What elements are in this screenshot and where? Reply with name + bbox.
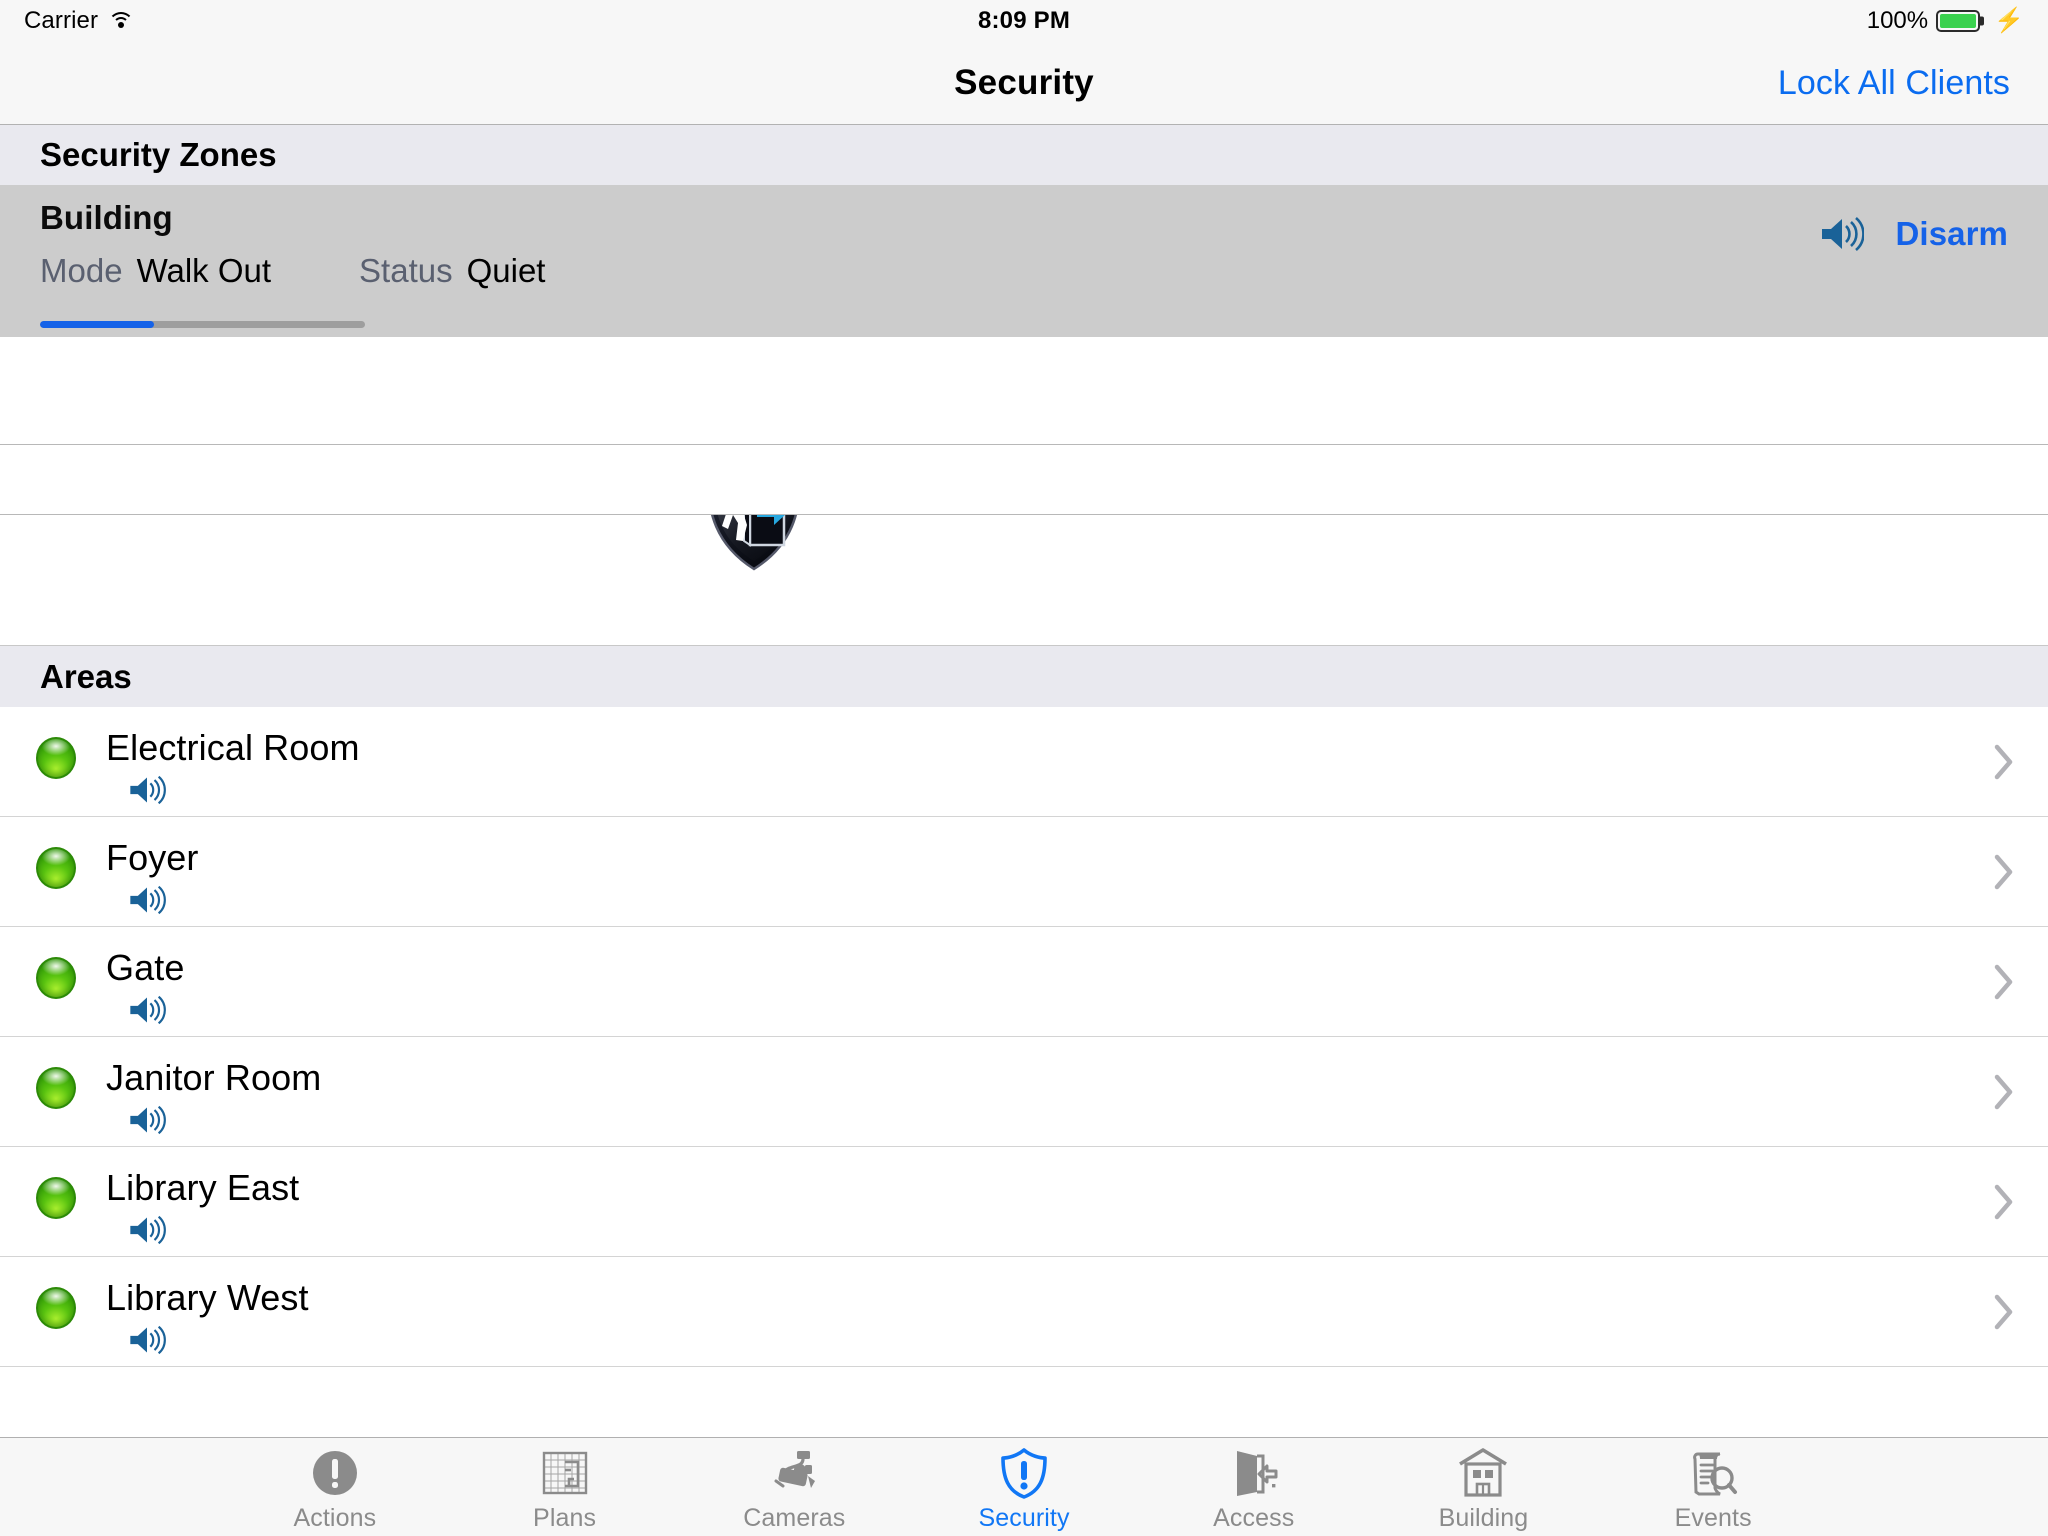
lock-all-clients-button[interactable]: Lock All Clients xyxy=(1778,64,2010,103)
tab-label: Access xyxy=(1213,1504,1295,1532)
floorplan-grid-icon xyxy=(540,1447,590,1499)
zone-status-label: Status xyxy=(359,251,453,289)
door-arrow-icon xyxy=(1229,1447,1279,1499)
clock-label: 8:09 PM xyxy=(977,7,1071,34)
status-led-green xyxy=(36,1177,76,1219)
area-row-body: Library East xyxy=(106,1169,299,1245)
speaker-icon[interactable] xyxy=(128,995,184,1025)
alert-circle-icon xyxy=(310,1447,360,1499)
tab-label: Actions xyxy=(293,1504,377,1532)
speaker-icon[interactable] xyxy=(128,1325,309,1355)
tab-label: Plans xyxy=(533,1504,597,1532)
chevron-right-icon[interactable] xyxy=(1994,1184,2014,1220)
chevron-right-icon[interactable] xyxy=(1994,744,2014,780)
speaker-icon[interactable] xyxy=(128,1215,299,1245)
areas-header-label: Areas xyxy=(40,657,132,695)
status-bar-right: 100% ⚡ xyxy=(1867,7,2024,35)
area-row-electrical-room[interactable]: Electrical Room xyxy=(0,707,2048,817)
tab-label: Security xyxy=(978,1504,1070,1532)
areas-list[interactable]: Electrical Room Foyer Gate Janitor Room … xyxy=(0,707,2048,1437)
status-led-green xyxy=(36,847,76,889)
document-search-icon xyxy=(1687,1447,1739,1499)
page-title: Security xyxy=(954,63,1094,102)
battery-icon xyxy=(1936,10,1985,32)
tab-security[interactable]: Security xyxy=(909,1438,1139,1536)
area-row-body: Foyer xyxy=(106,839,199,915)
zone-row-building[interactable]: Building Mode Walk Out Status Quiet Disa… xyxy=(0,185,2048,571)
chevron-right-icon[interactable] xyxy=(1994,1074,2014,1110)
area-name-label: Electrical Room xyxy=(106,727,360,768)
area-row-body: Gate xyxy=(106,949,184,1025)
speaker-icon[interactable] xyxy=(1820,216,1864,252)
tab-access[interactable]: Access xyxy=(1139,1438,1369,1536)
tab-cameras[interactable]: Cameras xyxy=(679,1438,909,1536)
shield-alert-icon xyxy=(999,1447,1049,1499)
area-name-label: Janitor Room xyxy=(106,1057,322,1098)
status-led-green xyxy=(36,1287,76,1329)
lightning-bolt-icon: ⚡ xyxy=(1994,7,2024,34)
list-separator xyxy=(0,444,2048,445)
zone-list-spacer xyxy=(0,515,2048,645)
area-row-foyer[interactable]: Foyer xyxy=(0,817,2048,927)
zone-progress-bar xyxy=(40,321,365,328)
speaker-icon[interactable] xyxy=(128,1105,321,1135)
tab-plans[interactable]: Plans xyxy=(450,1438,680,1536)
security-zones-header: Security Zones xyxy=(0,125,2048,185)
speaker-icon[interactable] xyxy=(128,775,360,805)
status-led-green xyxy=(36,737,76,779)
zone-actions: Disarm xyxy=(1820,215,2009,253)
chevron-right-icon[interactable] xyxy=(1994,854,2014,890)
tab-bar[interactable]: Actions Plans Cameras Security Access Bu… xyxy=(0,1437,2048,1536)
area-name-label: Library West xyxy=(106,1277,309,1318)
disarm-button[interactable]: Disarm xyxy=(1896,215,2009,253)
zone-meta: Mode Walk Out Status Quiet xyxy=(40,252,2008,290)
area-row-janitor-room[interactable]: Janitor Room xyxy=(0,1037,2048,1147)
list-separator xyxy=(0,514,2048,515)
zone-mode-value: Walk Out xyxy=(136,251,272,289)
security-camera-icon xyxy=(767,1447,821,1499)
tab-actions[interactable]: Actions xyxy=(220,1438,450,1536)
tab-label: Events xyxy=(1674,1504,1752,1532)
zone-progress-fill xyxy=(40,321,154,328)
app-screen: Carrier 8:09 PM 100% ⚡ Security Lock All… xyxy=(0,0,2048,1536)
security-zones-header-label: Security Zones xyxy=(40,136,277,173)
zone-status-group: Status Quiet xyxy=(359,252,545,290)
area-row-body: Electrical Room xyxy=(106,729,360,805)
tab-events[interactable]: Events xyxy=(1598,1438,1828,1536)
tab-label: Cameras xyxy=(743,1504,846,1532)
area-row-body: Janitor Room xyxy=(106,1059,321,1135)
battery-percent-label: 100% xyxy=(1866,7,1929,34)
area-name-label: Library East xyxy=(106,1167,300,1208)
zone-name: Building xyxy=(40,199,173,236)
tab-label: Building xyxy=(1438,1504,1529,1532)
area-row-gate[interactable]: Gate xyxy=(0,927,2048,1037)
area-row-library-west[interactable]: Library West xyxy=(0,1257,2048,1367)
navigation-bar: Security Lock All Clients xyxy=(0,42,2048,125)
zone-list-empty-rows xyxy=(0,337,2048,515)
status-led-green xyxy=(36,957,76,999)
area-row-library-east[interactable]: Library East xyxy=(0,1147,2048,1257)
speaker-icon[interactable] xyxy=(128,885,199,915)
status-bar: Carrier 8:09 PM 100% ⚡ xyxy=(0,0,2048,42)
areas-header: Areas xyxy=(0,645,2048,707)
chevron-right-icon[interactable] xyxy=(1994,964,2014,1000)
battery-cap xyxy=(1980,16,1985,26)
area-name-label: Foyer xyxy=(106,837,199,878)
tab-building[interactable]: Building xyxy=(1369,1438,1599,1536)
area-row-body: Library West xyxy=(106,1279,309,1355)
zone-status-value: Quiet xyxy=(466,251,546,289)
status-led-green xyxy=(36,1067,76,1109)
zone-mode-label: Mode xyxy=(40,251,123,289)
building-icon xyxy=(1457,1447,1509,1499)
chevron-right-icon[interactable] xyxy=(1994,1294,2014,1330)
battery-fill xyxy=(1940,14,1977,28)
area-name-label: Gate xyxy=(106,947,185,988)
